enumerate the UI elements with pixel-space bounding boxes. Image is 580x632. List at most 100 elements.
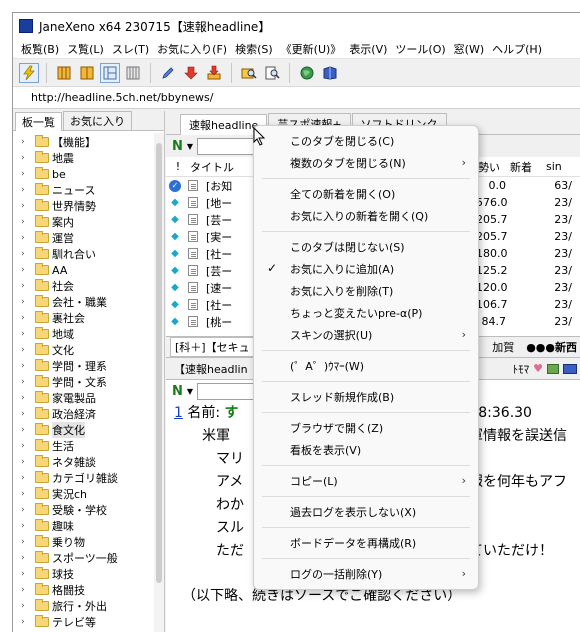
- chevron-right-icon[interactable]: ›: [21, 169, 31, 179]
- chevron-right-icon[interactable]: ›: [21, 153, 31, 163]
- tree-item[interactable]: › 球技: [13, 566, 164, 582]
- heart-icon[interactable]: ♥: [533, 362, 543, 375]
- two-pane-icon[interactable]: [77, 63, 97, 83]
- tree-item[interactable]: › 学問・理系: [13, 358, 164, 374]
- menu-item[interactable]: 検索(S): [231, 41, 277, 57]
- tree-item[interactable]: › 運営: [13, 230, 164, 246]
- tree-item[interactable]: › 文化: [13, 342, 164, 358]
- menu-item[interactable]: ツール(O): [391, 41, 449, 57]
- chevron-right-icon[interactable]: ›: [21, 361, 31, 371]
- context-menu-item[interactable]: コピー(L) ›: [254, 470, 478, 492]
- tree-item[interactable]: › 実況ch: [13, 486, 164, 502]
- html-icon[interactable]: [563, 363, 577, 374]
- arrow-down-icon[interactable]: [181, 63, 201, 83]
- tree-item[interactable]: › 旅行・外出: [13, 598, 164, 614]
- chevron-right-icon[interactable]: ›: [21, 393, 31, 403]
- chevron-right-icon[interactable]: ›: [21, 601, 31, 611]
- chevron-right-icon[interactable]: ›: [21, 233, 31, 243]
- tree-item[interactable]: › テレビ等: [13, 614, 164, 630]
- tree-item[interactable]: › 格闘技: [13, 582, 164, 598]
- tree-item[interactable]: › 世界情勢: [13, 198, 164, 214]
- chevron-right-icon[interactable]: ›: [21, 201, 31, 211]
- context-menu-item[interactable]: ボードデータを再構成(R): [254, 532, 478, 554]
- tree-item[interactable]: › 政治経済: [13, 406, 164, 422]
- address-bar[interactable]: http://headline.5ch.net/bbynews/: [13, 87, 580, 109]
- chevron-right-icon[interactable]: ›: [21, 457, 31, 467]
- post-tab-right[interactable]: ﾄﾓﾏ: [509, 360, 534, 378]
- context-menu-item[interactable]: ちょっと変えたいpre-α(P): [254, 302, 478, 324]
- menu-item[interactable]: お気に入り(F): [153, 41, 231, 57]
- chevron-right-icon[interactable]: ›: [21, 137, 31, 147]
- menu-item[interactable]: 表示(V): [345, 41, 391, 57]
- tree-item[interactable]: › 学問・文系: [13, 374, 164, 390]
- tree-item[interactable]: › 地震: [13, 150, 164, 166]
- context-menu-item[interactable]: 看板を表示(V): [254, 439, 478, 461]
- chevron-right-icon[interactable]: ›: [21, 553, 31, 563]
- tree-item[interactable]: › 裏社会: [13, 310, 164, 326]
- tree-scrollbar-thumb[interactable]: [156, 143, 162, 583]
- lightning-icon[interactable]: [19, 62, 39, 83]
- tree-item[interactable]: › be: [13, 166, 164, 182]
- context-menu-item[interactable]: お気に入りの新着を開く(Q): [254, 205, 478, 227]
- context-menu-item[interactable]: 複数のタブを閉じる(N) ›: [254, 152, 478, 174]
- tab-favorites[interactable]: お気に入り: [63, 111, 132, 130]
- tree-item[interactable]: › AA: [13, 262, 164, 278]
- post-tab-left[interactable]: 【速報headlin: [170, 360, 252, 378]
- chevron-right-icon[interactable]: ›: [21, 281, 31, 291]
- tree-item[interactable]: › 【機能】: [13, 134, 164, 150]
- chevron-right-icon[interactable]: ›: [21, 377, 31, 387]
- context-menu-item[interactable]: ブラウザで開く(Z): [254, 417, 478, 439]
- tab-board-list[interactable]: 板一覧: [15, 112, 62, 131]
- chevron-right-icon[interactable]: ›: [21, 617, 31, 627]
- tree-scrollbar[interactable]: [154, 133, 164, 632]
- n-filter-icon[interactable]: N: [172, 139, 183, 154]
- tree-item[interactable]: › 案内: [13, 214, 164, 230]
- context-menu-item[interactable]: ログの一括削除(Y) ›: [254, 563, 478, 585]
- chevron-right-icon[interactable]: ›: [21, 249, 31, 259]
- chevron-right-icon[interactable]: ›: [21, 425, 31, 435]
- context-menu-item[interactable]: 過去ログを表示しない(X): [254, 501, 478, 523]
- columns-icon[interactable]: [123, 63, 143, 83]
- tree-item[interactable]: › カテゴリ雑談: [13, 470, 164, 486]
- context-menu-item[interactable]: (゜A゜)ｳﾏｰ(W): [254, 355, 478, 377]
- chevron-right-icon[interactable]: ›: [21, 409, 31, 419]
- chevron-right-icon[interactable]: ›: [21, 521, 31, 531]
- chevron-right-icon[interactable]: ›: [21, 505, 31, 515]
- search-folder-icon[interactable]: [239, 63, 259, 83]
- globe-icon[interactable]: [297, 63, 317, 83]
- image-icon[interactable]: [547, 363, 559, 374]
- chevron-right-icon[interactable]: ›: [21, 185, 31, 195]
- col-mark[interactable]: !: [166, 160, 186, 173]
- n-filter-icon[interactable]: N: [172, 384, 183, 399]
- menu-item[interactable]: ヘルプ(H): [488, 41, 546, 57]
- tree-item[interactable]: › 社会: [13, 278, 164, 294]
- chevron-right-icon[interactable]: ›: [21, 441, 31, 451]
- layout-icon[interactable]: [100, 62, 120, 83]
- tree-item[interactable]: › 受験・学校: [13, 502, 164, 518]
- context-menu-item[interactable]: スレッド新規作成(B): [254, 386, 478, 408]
- context-menu-item[interactable]: このタブは閉じない(S): [254, 236, 478, 258]
- chevron-right-icon[interactable]: ›: [21, 313, 31, 323]
- chevron-right-icon[interactable]: ›: [21, 297, 31, 307]
- chevron-right-icon[interactable]: ›: [21, 537, 31, 547]
- chevron-right-icon[interactable]: ›: [21, 265, 31, 275]
- mid-tab-left[interactable]: [科＋]【セキュ: [170, 337, 255, 357]
- chevron-down-icon[interactable]: ▼: [187, 142, 193, 151]
- tree-item[interactable]: › スポーツ一般: [13, 550, 164, 566]
- tree-item[interactable]: › 会社・職業: [13, 294, 164, 310]
- search-doc-icon[interactable]: [262, 63, 282, 83]
- chevron-right-icon[interactable]: ›: [21, 217, 31, 227]
- three-pane-icon[interactable]: [54, 63, 74, 83]
- tree-item[interactable]: › 趣味: [13, 518, 164, 534]
- menu-item[interactable]: 《更新(U)》: [277, 41, 346, 57]
- chevron-right-icon[interactable]: ›: [21, 329, 31, 339]
- tree-item[interactable]: › 馴れ合い: [13, 246, 164, 262]
- chevron-right-icon[interactable]: ›: [21, 569, 31, 579]
- mid-tab-right2[interactable]: ●●●新西: [522, 338, 580, 356]
- tree-item[interactable]: › 家電製品: [13, 390, 164, 406]
- tree-item[interactable]: › ニュース: [13, 182, 164, 198]
- pen-icon[interactable]: [158, 63, 178, 83]
- context-menu-item[interactable]: このタブを閉じる(C): [254, 130, 478, 152]
- chevron-right-icon[interactable]: ›: [21, 489, 31, 499]
- tree-item[interactable]: › 生活: [13, 438, 164, 454]
